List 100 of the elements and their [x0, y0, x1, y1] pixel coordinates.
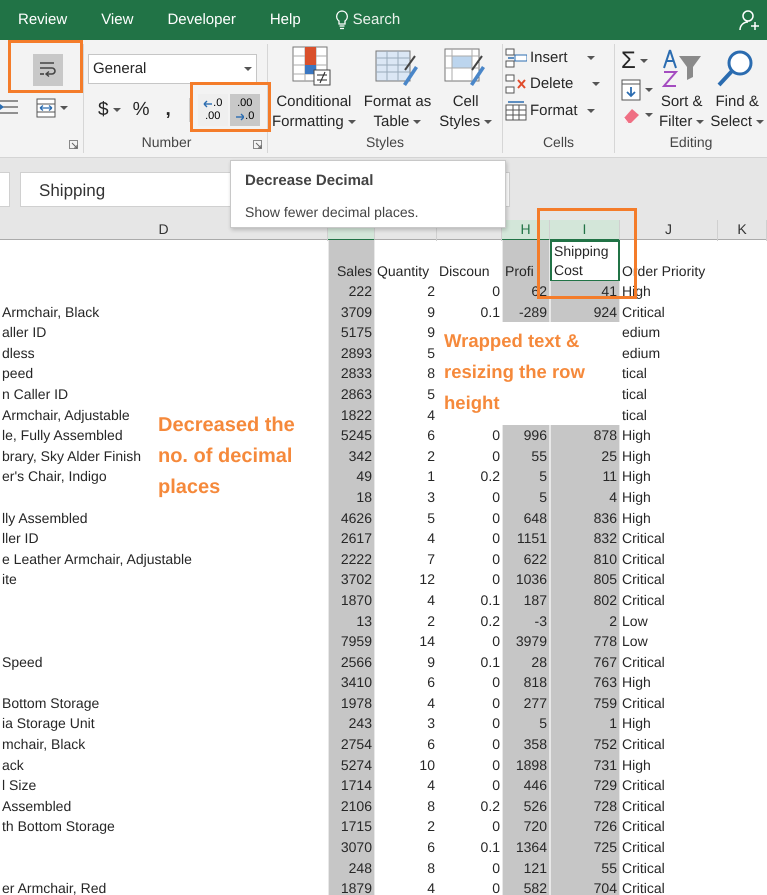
column-header[interactable]: I — [550, 220, 620, 241]
table-cell-text: Low — [621, 632, 649, 652]
table-cell-text: Critical — [621, 879, 666, 895]
table-cell: 924 — [550, 302, 620, 322]
insert-button[interactable]: Insert — [505, 48, 614, 68]
caret-icon — [645, 113, 653, 117]
table-cell-text: Critical — [621, 694, 666, 713]
find-select-button[interactable]: Find & Select — [710, 48, 764, 132]
fill-button[interactable] — [621, 79, 653, 101]
table-cell-text: 0.2 — [480, 612, 501, 630]
ribbon-tab[interactable]: Help — [260, 8, 311, 32]
increase-decimal-button[interactable]: .0 .00 — [198, 94, 228, 126]
caret-icon — [592, 82, 600, 86]
caret-icon — [413, 120, 422, 124]
table-cell: 121 — [502, 858, 550, 878]
table-cell-text: 0 — [491, 817, 501, 836]
sort-filter-button[interactable]: Sort & Filter — [659, 48, 704, 132]
table-cell: 4626 — [328, 508, 375, 528]
table-cell: 25 — [550, 446, 620, 466]
table-cell: 28 — [502, 652, 550, 672]
table-cell-text: 2 — [426, 446, 436, 466]
table-cell-text: 0 — [491, 694, 501, 713]
table-cell-text: High — [621, 508, 652, 528]
table-cell-text: 9 — [426, 652, 436, 672]
cell-styles-button[interactable]: Cell Styles — [439, 46, 492, 132]
table-cell: 582 — [502, 878, 550, 895]
person-add-icon — [739, 9, 761, 31]
table-cell-text: 0 — [491, 776, 501, 796]
table-cell-text: Critical — [621, 817, 666, 836]
ribbon-tab[interactable]: Review — [8, 8, 78, 32]
table-cell-text: Critical — [621, 590, 666, 610]
merge-cells-icon — [36, 98, 56, 118]
conditional-formatting-button[interactable]: Conditional Formatting — [272, 46, 356, 132]
indent-button[interactable] — [0, 98, 18, 116]
table-cell: 342 — [328, 446, 375, 466]
column-header[interactable]: J — [620, 220, 718, 241]
table-cell-text: High — [621, 488, 652, 507]
autosum-button[interactable]: Σ — [621, 48, 653, 74]
wrap-text-button[interactable] — [33, 54, 63, 86]
delete-button[interactable]: Delete — [505, 74, 614, 94]
table-cell: 763 — [550, 672, 620, 693]
table-cell: n Caller ID — [2, 386, 68, 402]
search-box[interactable]: Search — [328, 8, 406, 32]
share-button[interactable] — [739, 9, 761, 31]
table-cell: -3 — [502, 610, 550, 632]
decrease-decimal-button[interactable]: .00 .0 — [230, 94, 260, 126]
column-header[interactable]: K — [718, 220, 767, 241]
table-cell-text: 6 — [426, 838, 436, 858]
table-cell: 752 — [550, 734, 620, 755]
caret-icon — [484, 120, 492, 124]
currency-button[interactable]: $ — [98, 97, 121, 123]
table-cell-text: 0 — [491, 282, 501, 301]
table-cell: 996 — [502, 425, 550, 446]
table-cell: 2893 — [328, 342, 375, 364]
number-format-dropdown[interactable]: General — [88, 54, 257, 84]
table-cell-text: 8 — [426, 858, 436, 878]
table-cell: 2754 — [328, 734, 375, 755]
table-cell: 832 — [550, 528, 620, 549]
table-cell: 187 — [502, 590, 550, 610]
table-cell: Shipping Cost — [550, 240, 620, 282]
fill-down-icon — [621, 79, 641, 101]
table-cell: 802 — [550, 590, 620, 610]
table-cell-text: 2 — [426, 282, 436, 301]
table-cell: 2863 — [328, 384, 375, 405]
caret-icon — [348, 120, 356, 124]
table-cell: 3979 — [502, 631, 550, 652]
table-cell: Profi — [502, 240, 550, 282]
table-cell-text: 0 — [491, 756, 501, 775]
table-cell-text: Critical — [621, 838, 666, 858]
table-cell-text: 0.1 — [480, 302, 501, 322]
format-button[interactable]: Format — [505, 100, 614, 121]
table-cell: 446 — [502, 775, 550, 796]
table-cell: 1 — [550, 713, 620, 734]
table-cell-text: 0.1 — [480, 590, 501, 610]
table-cell: 277 — [502, 692, 550, 714]
table-cell: 7959 — [328, 631, 375, 652]
ribbon-tab[interactable]: Developer — [157, 8, 246, 32]
table-cell: Bottom Storage — [2, 694, 100, 711]
table-cell: 3702 — [328, 569, 375, 590]
table-cell-text: edium — [621, 323, 662, 342]
percent-button[interactable]: % — [132, 97, 150, 123]
table-cell-text: 6 — [426, 426, 436, 446]
table-cell-text: 6 — [426, 673, 436, 692]
table-cell: 55 — [550, 858, 620, 878]
format-as-table-button[interactable]: Format as Table — [364, 46, 432, 132]
table-cell: 2617 — [328, 528, 375, 549]
group-label: Number — [140, 133, 192, 152]
table-cell-text: Discoun — [438, 262, 491, 281]
table-cell: er Armchair, Red — [2, 880, 106, 895]
table-cell-text: Critical — [621, 735, 666, 754]
table-cell: 767 — [550, 652, 620, 672]
clear-button[interactable] — [621, 106, 653, 124]
comma-button[interactable]: , — [165, 97, 171, 123]
sort-filter-icon — [660, 48, 704, 88]
table-cell: Armchair, Black — [2, 304, 100, 320]
ribbon-tab[interactable]: View — [91, 8, 144, 32]
table-cell-text: Critical — [621, 550, 666, 569]
merge-button[interactable] — [36, 98, 68, 118]
table-cell: mchair, Black — [2, 736, 86, 752]
table-cell-text: 4 — [426, 590, 436, 610]
